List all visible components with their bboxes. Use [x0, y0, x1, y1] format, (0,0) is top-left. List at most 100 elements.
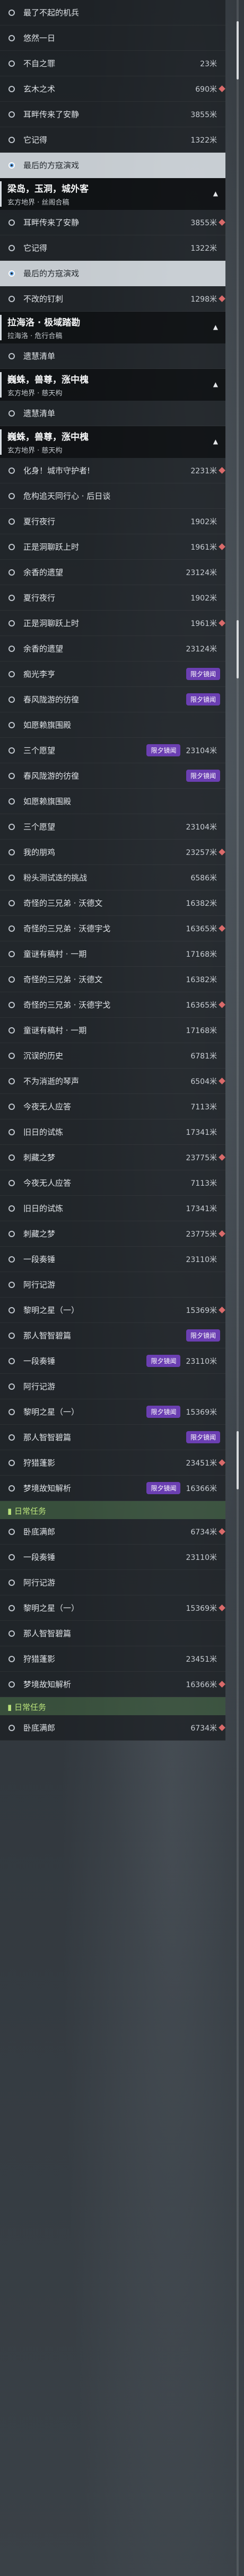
chapter-header[interactable]: 梁岛，玉洞，城外客 玄方地界 · 丝阁合稿 ▲	[0, 178, 225, 210]
quest-row[interactable]: 刺藏之梦 23775米	[0, 1221, 225, 1247]
quest-row[interactable]: 痴光李亨 限夕镜闻	[0, 661, 225, 687]
quest-row[interactable]: 狩猎蓬影 23451米	[0, 1646, 225, 1672]
quest-row[interactable]: 奇怪的三兄弟 · 沃德宇戈 16365米	[0, 992, 225, 1018]
quest-row[interactable]: 童谜有稿村 · 一期 17168米	[0, 1018, 225, 1043]
chevron-up-icon[interactable]: ▲	[213, 323, 218, 331]
quest-row[interactable]: 粉头测试迭的挑战 6586米	[0, 865, 225, 890]
quest-row[interactable]: 奇怪的三兄弟 · 沃德文 16382米	[0, 967, 225, 992]
quest-ring-icon	[8, 620, 15, 627]
quest-row[interactable]: 正是洞聊跃上时 1961米	[0, 534, 225, 560]
quest-row[interactable]: 悠然一日	[0, 25, 225, 51]
quest-title: 它记得	[23, 135, 48, 145]
quest-row[interactable]: 今夜无人应答 7113米	[0, 1170, 225, 1196]
quest-row[interactable]: 黎明之星（一） 15369米	[0, 1595, 225, 1621]
quest-row[interactable]: 阿行记游	[0, 1272, 225, 1298]
quest-row[interactable]: 危构追天同行心 · 后日谈	[0, 483, 225, 509]
quest-row[interactable]: 我的朋鸡 23257米	[0, 840, 225, 865]
quest-row[interactable]: 那人智智碧篇 限夕镜闻	[0, 1323, 225, 1348]
quest-row[interactable]: 一段奏锤 23110米	[0, 1545, 225, 1570]
quest-row[interactable]: 梦境故知解析 16366米	[0, 1672, 225, 1697]
quest-row[interactable]: 最后的方寇演戏	[0, 153, 225, 178]
event-tag-badge: 限夕镜闻	[146, 1406, 181, 1418]
quest-row[interactable]: 耳畔传来了安静 3855米	[0, 210, 225, 235]
quest-ring-icon	[8, 492, 15, 499]
quest-title: 不改的钉刺	[23, 294, 64, 304]
quest-row[interactable]: 旧日的试炼 17341米	[0, 1196, 225, 1221]
quest-row[interactable]: 玄木之术 690米	[0, 76, 225, 102]
quest-row[interactable]: 阿行记游	[0, 1570, 225, 1595]
section-header[interactable]: ▮ 日常任务	[0, 1697, 225, 1715]
scrollbar-thumb[interactable]	[237, 1431, 239, 1489]
quest-row[interactable]: 奇怪的三兄弟 · 沃德宇戈 16365米	[0, 916, 225, 941]
quest-row[interactable]: 一段奏锤 23110米	[0, 1247, 225, 1272]
quest-row[interactable]: 如愿赖旗围殿	[0, 789, 225, 814]
quest-ring-icon	[8, 9, 15, 16]
quest-distance: 1902米	[190, 594, 217, 603]
quest-row[interactable]: 化身！城市守护者! 2231米	[0, 458, 225, 483]
quest-title: 不自之罪	[23, 59, 56, 68]
quest-row[interactable]: 不为消逝的琴声 6504米	[0, 1069, 225, 1094]
quest-row[interactable]: 夏行夜行 1902米	[0, 509, 225, 534]
quest-row[interactable]: 黎明之星（一） 限夕镜闻 15369米	[0, 1399, 225, 1425]
quest-row[interactable]: 它记得 1322米	[0, 235, 225, 261]
quest-title: 奇怪的三兄弟 · 沃德文	[23, 898, 103, 908]
header-accent	[0, 181, 2, 207]
quest-row[interactable]: 不改的钉刺 1298米	[0, 286, 225, 312]
quest-row[interactable]: 那人智智碧篇	[0, 1621, 225, 1646]
quest-row[interactable]: 遗慧清单	[0, 343, 225, 369]
quest-row[interactable]: 一段奏锤 限夕镜闻 23110米	[0, 1348, 225, 1374]
chapter-header[interactable]: 巍蛛，兽尊，涨中槐 玄方地界 · 慈天构 ▲	[0, 426, 225, 458]
quest-row[interactable]: 奇怪的三兄弟 · 沃德文 16382米	[0, 890, 225, 916]
chevron-up-icon[interactable]: ▲	[213, 438, 218, 445]
quest-title: 卧底满郎	[23, 1527, 56, 1537]
quest-row[interactable]: 刺藏之梦 23775米	[0, 1145, 225, 1170]
quest-row[interactable]: 阿行记游	[0, 1374, 225, 1399]
quest-ring-icon	[8, 1357, 15, 1364]
quest-row[interactable]: 三个愿望 23104米	[0, 814, 225, 840]
quest-distance: 16365米	[186, 924, 217, 933]
quest-row[interactable]: 旧日的试炼 17341米	[0, 1119, 225, 1145]
quest-row[interactable]: 春风陇游的彷徨 限夕镜闻	[0, 763, 225, 789]
quest-row[interactable]: 沉误的历史 6781米	[0, 1043, 225, 1069]
quest-row[interactable]: 春风陇游的彷徨 限夕镜闻	[0, 687, 225, 712]
quest-row[interactable]: 耳畔传来了安静 3855米	[0, 102, 225, 127]
quest-ring-icon	[8, 1554, 15, 1560]
event-tag-badge: 限夕镜闻	[146, 744, 181, 756]
quest-row[interactable]: 童谜有稿村 · 一期 17168米	[0, 941, 225, 967]
scrollbar-thumb[interactable]	[237, 21, 239, 80]
quest-row[interactable]: 夏行夜行 1902米	[0, 585, 225, 611]
quest-row[interactable]: 黎明之星（一） 15369米	[0, 1298, 225, 1323]
quest-row[interactable]: 最了不起的机兵	[0, 0, 225, 25]
chevron-up-icon[interactable]: ▲	[213, 190, 218, 197]
section-header[interactable]: ▮ 日常任务	[0, 1501, 225, 1519]
quest-row[interactable]: 卧底满郎 6734米	[0, 1715, 225, 1741]
quest-row[interactable]: 余香的遗望 23124米	[0, 636, 225, 661]
quest-ring-icon	[8, 1724, 15, 1731]
quest-row[interactable]: 遗慧清单	[0, 401, 225, 426]
quest-row[interactable]: 最后的方寇演戏	[0, 261, 225, 286]
quest-row[interactable]: 那人智智碧篇 限夕镜闻	[0, 1425, 225, 1450]
chevron-up-icon[interactable]: ▲	[213, 381, 218, 388]
chapter-header[interactable]: 巍蛛，兽尊，涨中槐 玄方地界 · 慈天构 ▲	[0, 369, 225, 401]
quest-title: 刺藏之梦	[23, 1153, 56, 1162]
chapter-header[interactable]: 拉海洛 · 极域踏勘 拉海洛 · 危行合稿 ▲	[0, 312, 225, 343]
scrollbar-track[interactable]	[237, 583, 239, 1378]
quest-ring-icon	[8, 1579, 15, 1586]
quest-row[interactable]: 如愿赖旗围殿	[0, 712, 225, 738]
quest-ring-icon	[8, 270, 15, 277]
quest-row[interactable]: 梦境故知解析 限夕镜闻 16366米	[0, 1476, 225, 1501]
event-tag-badge: 限夕镜闻	[146, 1355, 181, 1367]
scrollbar-track[interactable]	[237, 1378, 239, 2576]
quest-row[interactable]: 三个愿望 限夕镜闻 23104米	[0, 738, 225, 763]
scrollbar-track[interactable]	[237, 0, 239, 583]
scrollbar-thumb[interactable]	[237, 620, 239, 678]
quest-row[interactable]: 它记得 1322米	[0, 127, 225, 153]
quest-row[interactable]: 今夜无人应答 7113米	[0, 1094, 225, 1119]
quest-title: 今夜无人应答	[23, 1178, 72, 1188]
quest-row[interactable]: 狩猎蓬影 23451米	[0, 1450, 225, 1476]
quest-row[interactable]: 余香的遗望 23124米	[0, 560, 225, 585]
quest-row[interactable]: 不自之罪 23米	[0, 51, 225, 76]
quest-row[interactable]: 正是洞聊跃上时 1961米	[0, 611, 225, 636]
quest-ring-icon	[8, 1630, 15, 1637]
quest-row[interactable]: 卧底满郎 6734米	[0, 1519, 225, 1545]
